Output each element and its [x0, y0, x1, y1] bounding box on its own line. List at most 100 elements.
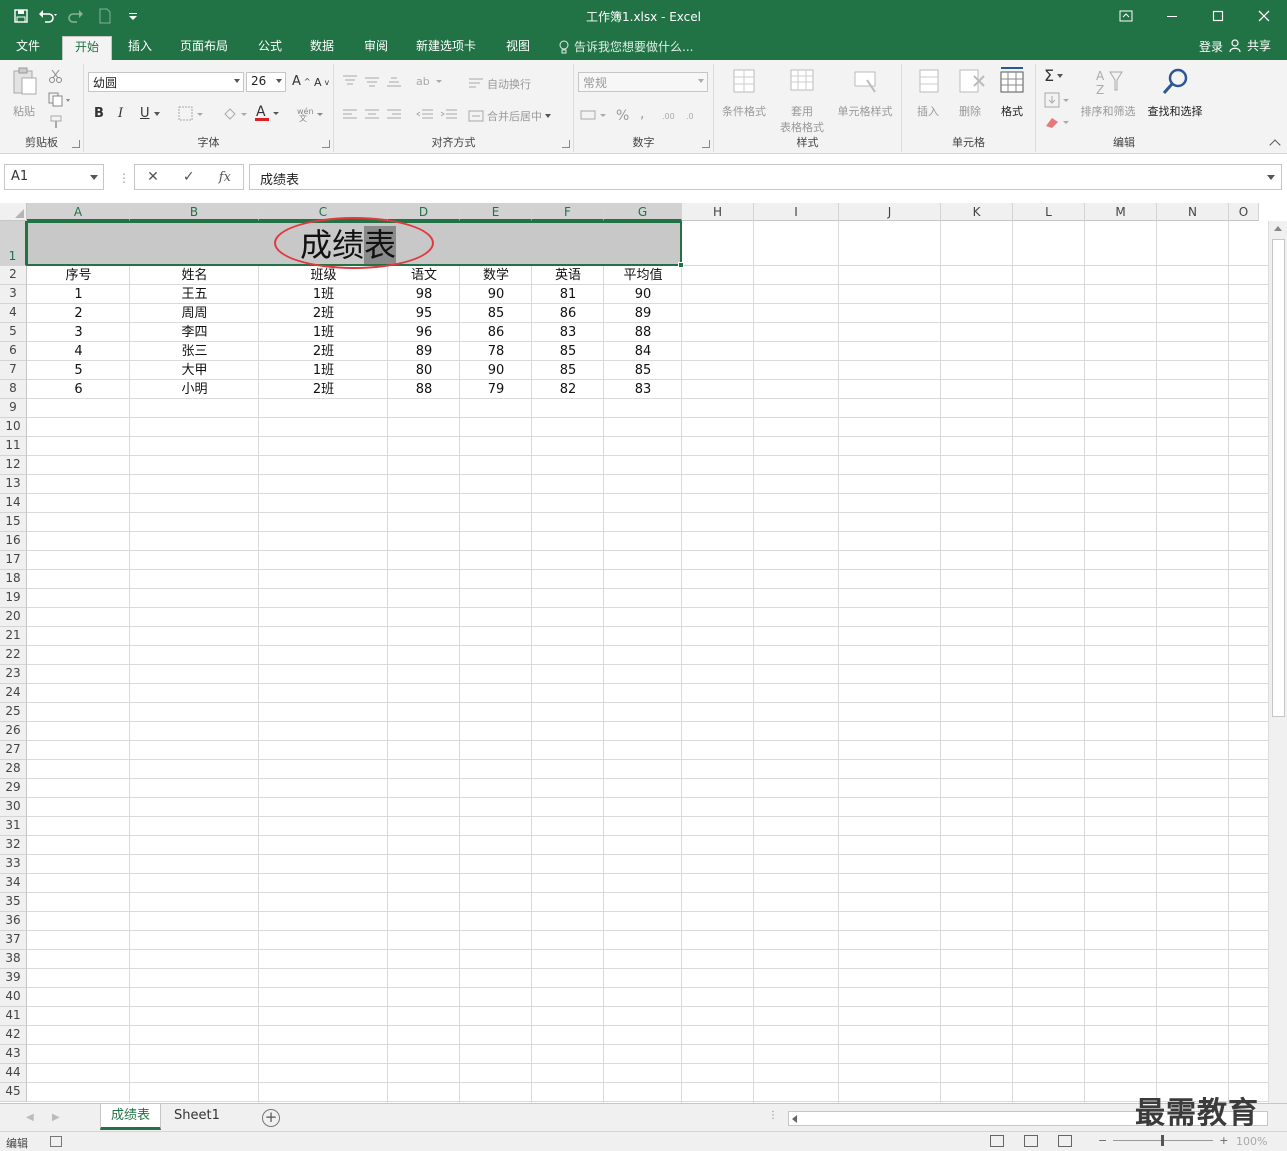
table-cell[interactable]: 81 — [532, 285, 604, 304]
table-cell[interactable]: 96 — [388, 323, 460, 342]
table-cell[interactable]: 2 — [27, 304, 130, 323]
row-header-41[interactable]: 41 — [0, 1007, 27, 1026]
column-header-j[interactable]: J — [839, 203, 941, 221]
conditional-formatting-button[interactable]: 条件格式 — [718, 66, 770, 119]
row-header-39[interactable]: 39 — [0, 969, 27, 988]
table-cell[interactable]: 3 — [27, 323, 130, 342]
row-header-14[interactable]: 14 — [0, 494, 27, 513]
wrap-text-button[interactable]: 自动换行 — [468, 76, 531, 92]
table-cell[interactable]: 83 — [532, 323, 604, 342]
share-button[interactable]: 共享 — [1229, 37, 1271, 54]
delete-cells-button[interactable]: 删除 — [950, 66, 990, 119]
sheet-tab-sheet1[interactable]: Sheet1 — [164, 1104, 230, 1130]
row-header-15[interactable]: 15 — [0, 513, 27, 532]
page-break-view-icon[interactable] — [1058, 1135, 1072, 1147]
table-cell[interactable]: 85 — [604, 361, 682, 380]
insert-function-icon[interactable]: fx — [219, 170, 231, 185]
row-header-20[interactable]: 20 — [0, 608, 27, 627]
table-cell[interactable]: 85 — [532, 361, 604, 380]
enter-entry-icon[interactable]: ✓ — [183, 169, 195, 185]
table-cell[interactable]: 95 — [388, 304, 460, 323]
column-header-o[interactable]: O — [1229, 203, 1259, 221]
row-header-30[interactable]: 30 — [0, 798, 27, 817]
row-header-22[interactable]: 22 — [0, 646, 27, 665]
table-cell[interactable]: 2班 — [259, 304, 388, 323]
table-cell[interactable]: 85 — [532, 342, 604, 361]
table-cell[interactable]: 2班 — [259, 342, 388, 361]
collapse-ribbon-icon[interactable] — [1269, 139, 1281, 151]
italic-button[interactable]: I — [118, 106, 123, 121]
prev-sheet-icon[interactable]: ◀ — [26, 1112, 34, 1123]
comma-button[interactable]: , — [640, 106, 644, 122]
page-layout-view-icon[interactable] — [1024, 1135, 1038, 1147]
row-header-2[interactable]: 2 — [0, 266, 27, 285]
row-header-19[interactable]: 19 — [0, 589, 27, 608]
underline-dropdown-icon[interactable] — [154, 112, 160, 116]
zoom-in-icon[interactable]: + — [1219, 1134, 1228, 1147]
insert-cells-button[interactable]: 插入 — [908, 66, 948, 119]
tab-file[interactable]: 文件 — [4, 36, 52, 60]
sign-in-link[interactable]: 登录 — [1199, 38, 1223, 55]
table-cell[interactable]: 6 — [27, 380, 130, 399]
find-select-button[interactable]: 查找和选择 — [1142, 66, 1208, 119]
tab-page-layout[interactable]: 页面布局 — [168, 36, 240, 60]
row-header-17[interactable]: 17 — [0, 551, 27, 570]
row-header-28[interactable]: 28 — [0, 760, 27, 779]
zoom-out-icon[interactable]: − — [1098, 1134, 1107, 1147]
tab-data[interactable]: 数据 — [298, 36, 346, 60]
clipboard-launcher-icon[interactable] — [72, 140, 80, 148]
decrease-indent-icon[interactable] — [416, 108, 434, 122]
cell-styles-button[interactable]: 单元格样式 — [832, 66, 898, 119]
column-header-e[interactable]: E — [460, 203, 532, 221]
row-header-29[interactable]: 29 — [0, 779, 27, 798]
underline-button[interactable]: U — [140, 106, 150, 121]
row-header-40[interactable]: 40 — [0, 988, 27, 1007]
row-header-27[interactable]: 27 — [0, 741, 27, 760]
fill-color-icon[interactable] — [222, 106, 250, 122]
merge-center-button[interactable]: 合并后居中 — [468, 108, 551, 124]
table-cell[interactable]: 周周 — [130, 304, 259, 323]
phonetic-guide-icon[interactable]: wén 文 — [296, 106, 324, 122]
decrease-font-icon[interactable]: Av — [314, 76, 329, 89]
format-painter-icon[interactable] — [48, 114, 64, 130]
table-cell[interactable]: 88 — [388, 380, 460, 399]
row-header-12[interactable]: 12 — [0, 456, 27, 475]
tell-me-search[interactable]: 告诉我您想要做什么... — [558, 38, 693, 55]
table-cell[interactable]: 80 — [388, 361, 460, 380]
row-header-3[interactable]: 3 — [0, 285, 27, 304]
table-header-cell[interactable]: 数学 — [460, 266, 532, 285]
table-cell[interactable]: 小明 — [130, 380, 259, 399]
row-header-32[interactable]: 32 — [0, 836, 27, 855]
row-header-34[interactable]: 34 — [0, 874, 27, 893]
alignment-launcher-icon[interactable] — [562, 140, 570, 148]
clear-icon[interactable] — [1044, 114, 1072, 130]
column-header-h[interactable]: H — [682, 203, 754, 221]
formula-bar-splitter-icon[interactable]: ⋮ — [118, 171, 130, 185]
column-header-a[interactable]: A — [27, 203, 130, 221]
table-cell[interactable]: 1班 — [259, 285, 388, 304]
align-center-icon[interactable] — [364, 108, 380, 122]
row-header-6[interactable]: 6 — [0, 342, 27, 361]
table-cell[interactable]: 98 — [388, 285, 460, 304]
tab-review[interactable]: 审阅 — [352, 36, 400, 60]
add-sheet-icon[interactable]: + — [262, 1109, 280, 1127]
row-header-43[interactable]: 43 — [0, 1045, 27, 1064]
row-header-13[interactable]: 13 — [0, 475, 27, 494]
row-header-24[interactable]: 24 — [0, 684, 27, 703]
row-header-5[interactable]: 5 — [0, 323, 27, 342]
column-header-i[interactable]: I — [754, 203, 839, 221]
percent-button[interactable]: % — [616, 108, 629, 124]
table-header-cell[interactable]: 语文 — [388, 266, 460, 285]
select-all-corner[interactable] — [0, 203, 27, 221]
table-header-cell[interactable]: 平均值 — [604, 266, 682, 285]
name-box[interactable]: A1 — [4, 164, 104, 190]
formula-input[interactable]: 成绩表 — [249, 164, 1282, 190]
column-header-f[interactable]: F — [532, 203, 604, 221]
row-header-16[interactable]: 16 — [0, 532, 27, 551]
orientation-icon[interactable]: ab — [416, 74, 444, 88]
table-cell[interactable]: 79 — [460, 380, 532, 399]
number-launcher-icon[interactable] — [702, 140, 710, 148]
ribbon-display-options-icon[interactable] — [1103, 0, 1149, 32]
table-cell[interactable]: 89 — [388, 342, 460, 361]
zoom-slider[interactable]: − + — [1098, 1134, 1228, 1147]
